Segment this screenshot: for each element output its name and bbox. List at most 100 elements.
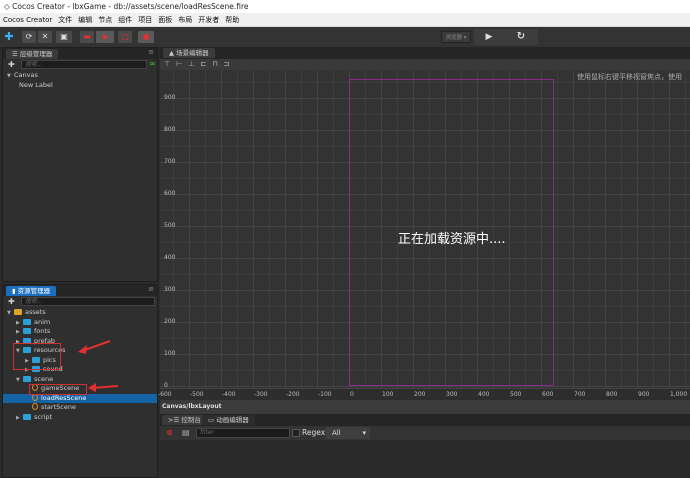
- add-node-icon[interactable]: ✚: [8, 60, 15, 69]
- hierarchy-tab[interactable]: ☰ 层级管理器: [6, 49, 59, 59]
- log-level-select[interactable]: All ▾: [326, 427, 370, 439]
- local-icon[interactable]: ▬: [80, 31, 94, 43]
- grid-line: [317, 70, 318, 400]
- grid-line: [285, 70, 286, 400]
- menu-item[interactable]: 布局: [178, 13, 192, 26]
- y-tick-label: 700: [164, 158, 176, 165]
- console-toolbar: ⊗ ▤ filter Regex All ▾: [160, 426, 690, 440]
- x-tick-label: 300: [446, 391, 458, 398]
- align-left-icon[interactable]: ⊏: [200, 60, 212, 68]
- tab-console[interactable]: ≻☰ 控制台: [162, 415, 207, 425]
- title-bar: ◇ Cocos Creator - lbxGame - db://assets/…: [0, 0, 690, 13]
- assets-search-input[interactable]: 搜索...: [21, 297, 155, 306]
- regex-checkbox[interactable]: [292, 429, 300, 437]
- grid-line: [685, 70, 686, 400]
- assets-tab[interactable]: ▮ 资源管理器: [6, 286, 57, 296]
- grid-line: [621, 70, 622, 400]
- menu-item[interactable]: 面板: [158, 13, 172, 26]
- pivot-icon[interactable]: □: [118, 31, 132, 43]
- grid-line: [333, 70, 334, 400]
- x-tick-label: 700: [574, 391, 586, 398]
- play-button[interactable]: ▶: [480, 31, 498, 43]
- y-tick-label: 800: [164, 126, 176, 133]
- panel-menu-icon[interactable]: ≡: [148, 48, 154, 56]
- grid-line: [189, 70, 190, 400]
- console-filter-input[interactable]: filter: [196, 428, 290, 438]
- folder-icon: [23, 375, 31, 382]
- folder-icon: [23, 413, 31, 420]
- scene-tab[interactable]: ▲ 场景编辑器: [163, 48, 215, 58]
- scale-tool-icon[interactable]: ▣: [56, 31, 72, 43]
- annotation-box: [13, 343, 61, 370]
- asset-item[interactable]: ▼ assets: [3, 308, 157, 318]
- assets-root-icon: [14, 309, 22, 315]
- y-tick-label: 400: [164, 254, 176, 261]
- y-tick-label: 600: [164, 190, 176, 197]
- log-file-icon[interactable]: ▤: [182, 428, 190, 437]
- center-icon[interactable]: ●: [138, 31, 154, 43]
- x-tick-label: -100: [318, 391, 332, 398]
- rotate-tool-icon[interactable]: ✕: [38, 31, 52, 43]
- asset-item[interactable]: ▶ anim: [3, 318, 157, 328]
- node-new-label[interactable]: New Label: [7, 81, 53, 91]
- y-tick-label: 200: [164, 318, 176, 325]
- add-icon[interactable]: ✚: [3, 31, 15, 43]
- refresh-button[interactable]: ↻: [512, 31, 530, 43]
- add-asset-icon[interactable]: ✚: [8, 297, 15, 306]
- grid-line: [557, 70, 558, 400]
- tab-animation-editor[interactable]: ▭ 动画编辑器: [202, 415, 255, 425]
- align-vcenter-icon[interactable]: ⊢: [176, 60, 188, 68]
- clear-icon[interactable]: ⊗: [166, 428, 173, 437]
- y-tick-label: 900: [164, 94, 176, 101]
- menu-item[interactable]: 编辑: [78, 13, 92, 26]
- align-top-icon[interactable]: ⊤: [164, 60, 176, 68]
- main-toolbar: ✚ ⟳ ✕ ▣ ▬ ▪ □ ● 浏览器 ▾ ▶ ↻: [0, 27, 690, 47]
- panel-menu-icon[interactable]: ≡: [148, 285, 154, 293]
- menu-bar: Cocos Creator 文件 编辑 节点 组件 项目 面板 布局 开发者 帮助: [0, 13, 690, 27]
- hierarchy-panel: ☰ 层级管理器 ≡ ✚ 搜索... ∞ ▼ Canvas New Label: [2, 47, 158, 282]
- expand-arrow-icon[interactable]: ▶: [16, 414, 23, 424]
- console-output: [160, 440, 690, 478]
- y-tick-label: 300: [164, 286, 176, 293]
- menu-item[interactable]: 开发者: [198, 13, 219, 26]
- menu-item[interactable]: 项目: [138, 13, 152, 26]
- menu-item[interactable]: 帮助: [225, 13, 239, 26]
- asset-label: script: [34, 412, 53, 421]
- platform-select[interactable]: 浏览器 ▾: [441, 31, 471, 43]
- menu-item[interactable]: 节点: [98, 13, 112, 26]
- menu-item[interactable]: 文件: [58, 13, 72, 26]
- grid-line: [653, 70, 654, 400]
- x-tick-label: -200: [286, 391, 300, 398]
- global-icon[interactable]: ▪: [96, 31, 114, 43]
- folder-icon: [23, 318, 31, 325]
- regex-label: Regex: [302, 428, 326, 437]
- x-tick-label: 600: [542, 391, 554, 398]
- grid-line: [669, 70, 670, 400]
- align-hcenter-icon[interactable]: ⊓: [212, 60, 223, 68]
- x-tick-label: 900: [638, 391, 650, 398]
- grid-line: [573, 70, 574, 400]
- grid-line: [237, 70, 238, 400]
- node-canvas[interactable]: ▼ Canvas: [7, 71, 53, 81]
- y-tick-label: 500: [164, 222, 176, 229]
- folder-icon: [23, 328, 31, 334]
- align-bottom-icon[interactable]: ⊥: [188, 60, 200, 68]
- menu-item[interactable]: Cocos Creator: [3, 13, 52, 26]
- grid-line: [269, 70, 270, 400]
- move-tool-icon[interactable]: ⟳: [22, 31, 36, 43]
- menu-item[interactable]: 组件: [118, 13, 132, 26]
- grid-line: [589, 70, 590, 400]
- asset-item[interactable]: ▶ script: [3, 413, 157, 423]
- asset-item[interactable]: startScene: [3, 403, 157, 413]
- asset-label: assets: [25, 308, 46, 316]
- x-tick-label: -600: [158, 391, 172, 398]
- grid-line: [301, 70, 302, 400]
- hierarchy-search-input[interactable]: 搜索...: [21, 60, 147, 69]
- grid-line: [637, 70, 638, 400]
- x-tick-label: -400: [222, 391, 236, 398]
- align-right-icon[interactable]: ⊐: [224, 60, 236, 68]
- link-icon[interactable]: ∞: [149, 59, 156, 68]
- asset-label: fonts: [34, 327, 51, 335]
- x-tick-label: 0: [350, 391, 354, 398]
- asset-label: anim: [34, 317, 51, 326]
